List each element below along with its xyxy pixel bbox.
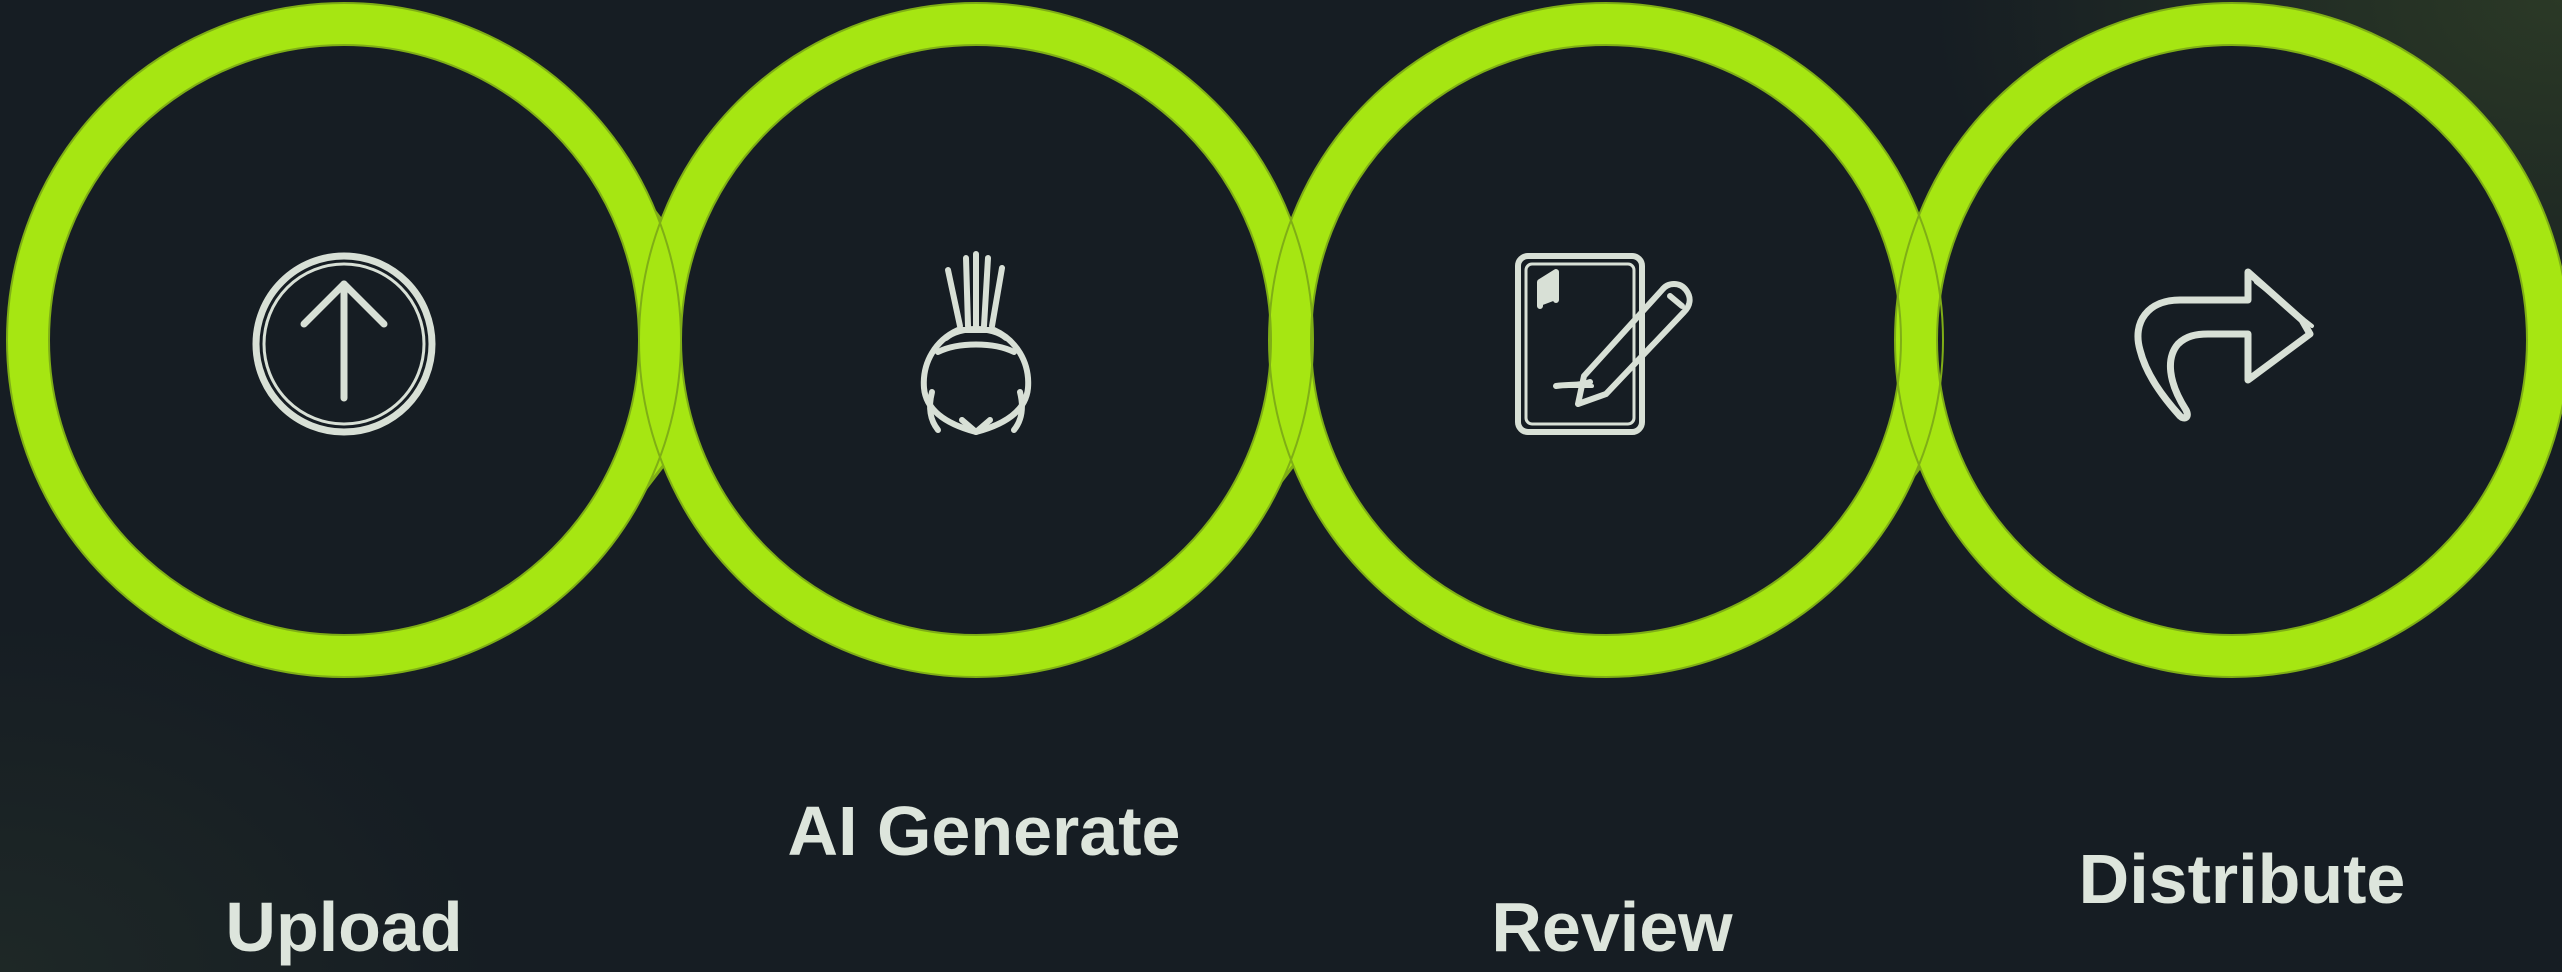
step-label-review: Review — [1491, 888, 1733, 966]
step-label-distribute: Distribute — [2078, 840, 2406, 918]
step-ring-review — [1269, 3, 1943, 677]
step-rings — [7, 3, 2562, 677]
process-flow-diagram — [6, 2, 2562, 678]
step-label-ai-generate: AI Generate — [787, 792, 1181, 870]
step-ring-distribute — [1895, 3, 2562, 677]
step-label-upload: Upload — [225, 888, 463, 966]
step-ring-ai-generate — [639, 3, 1313, 677]
